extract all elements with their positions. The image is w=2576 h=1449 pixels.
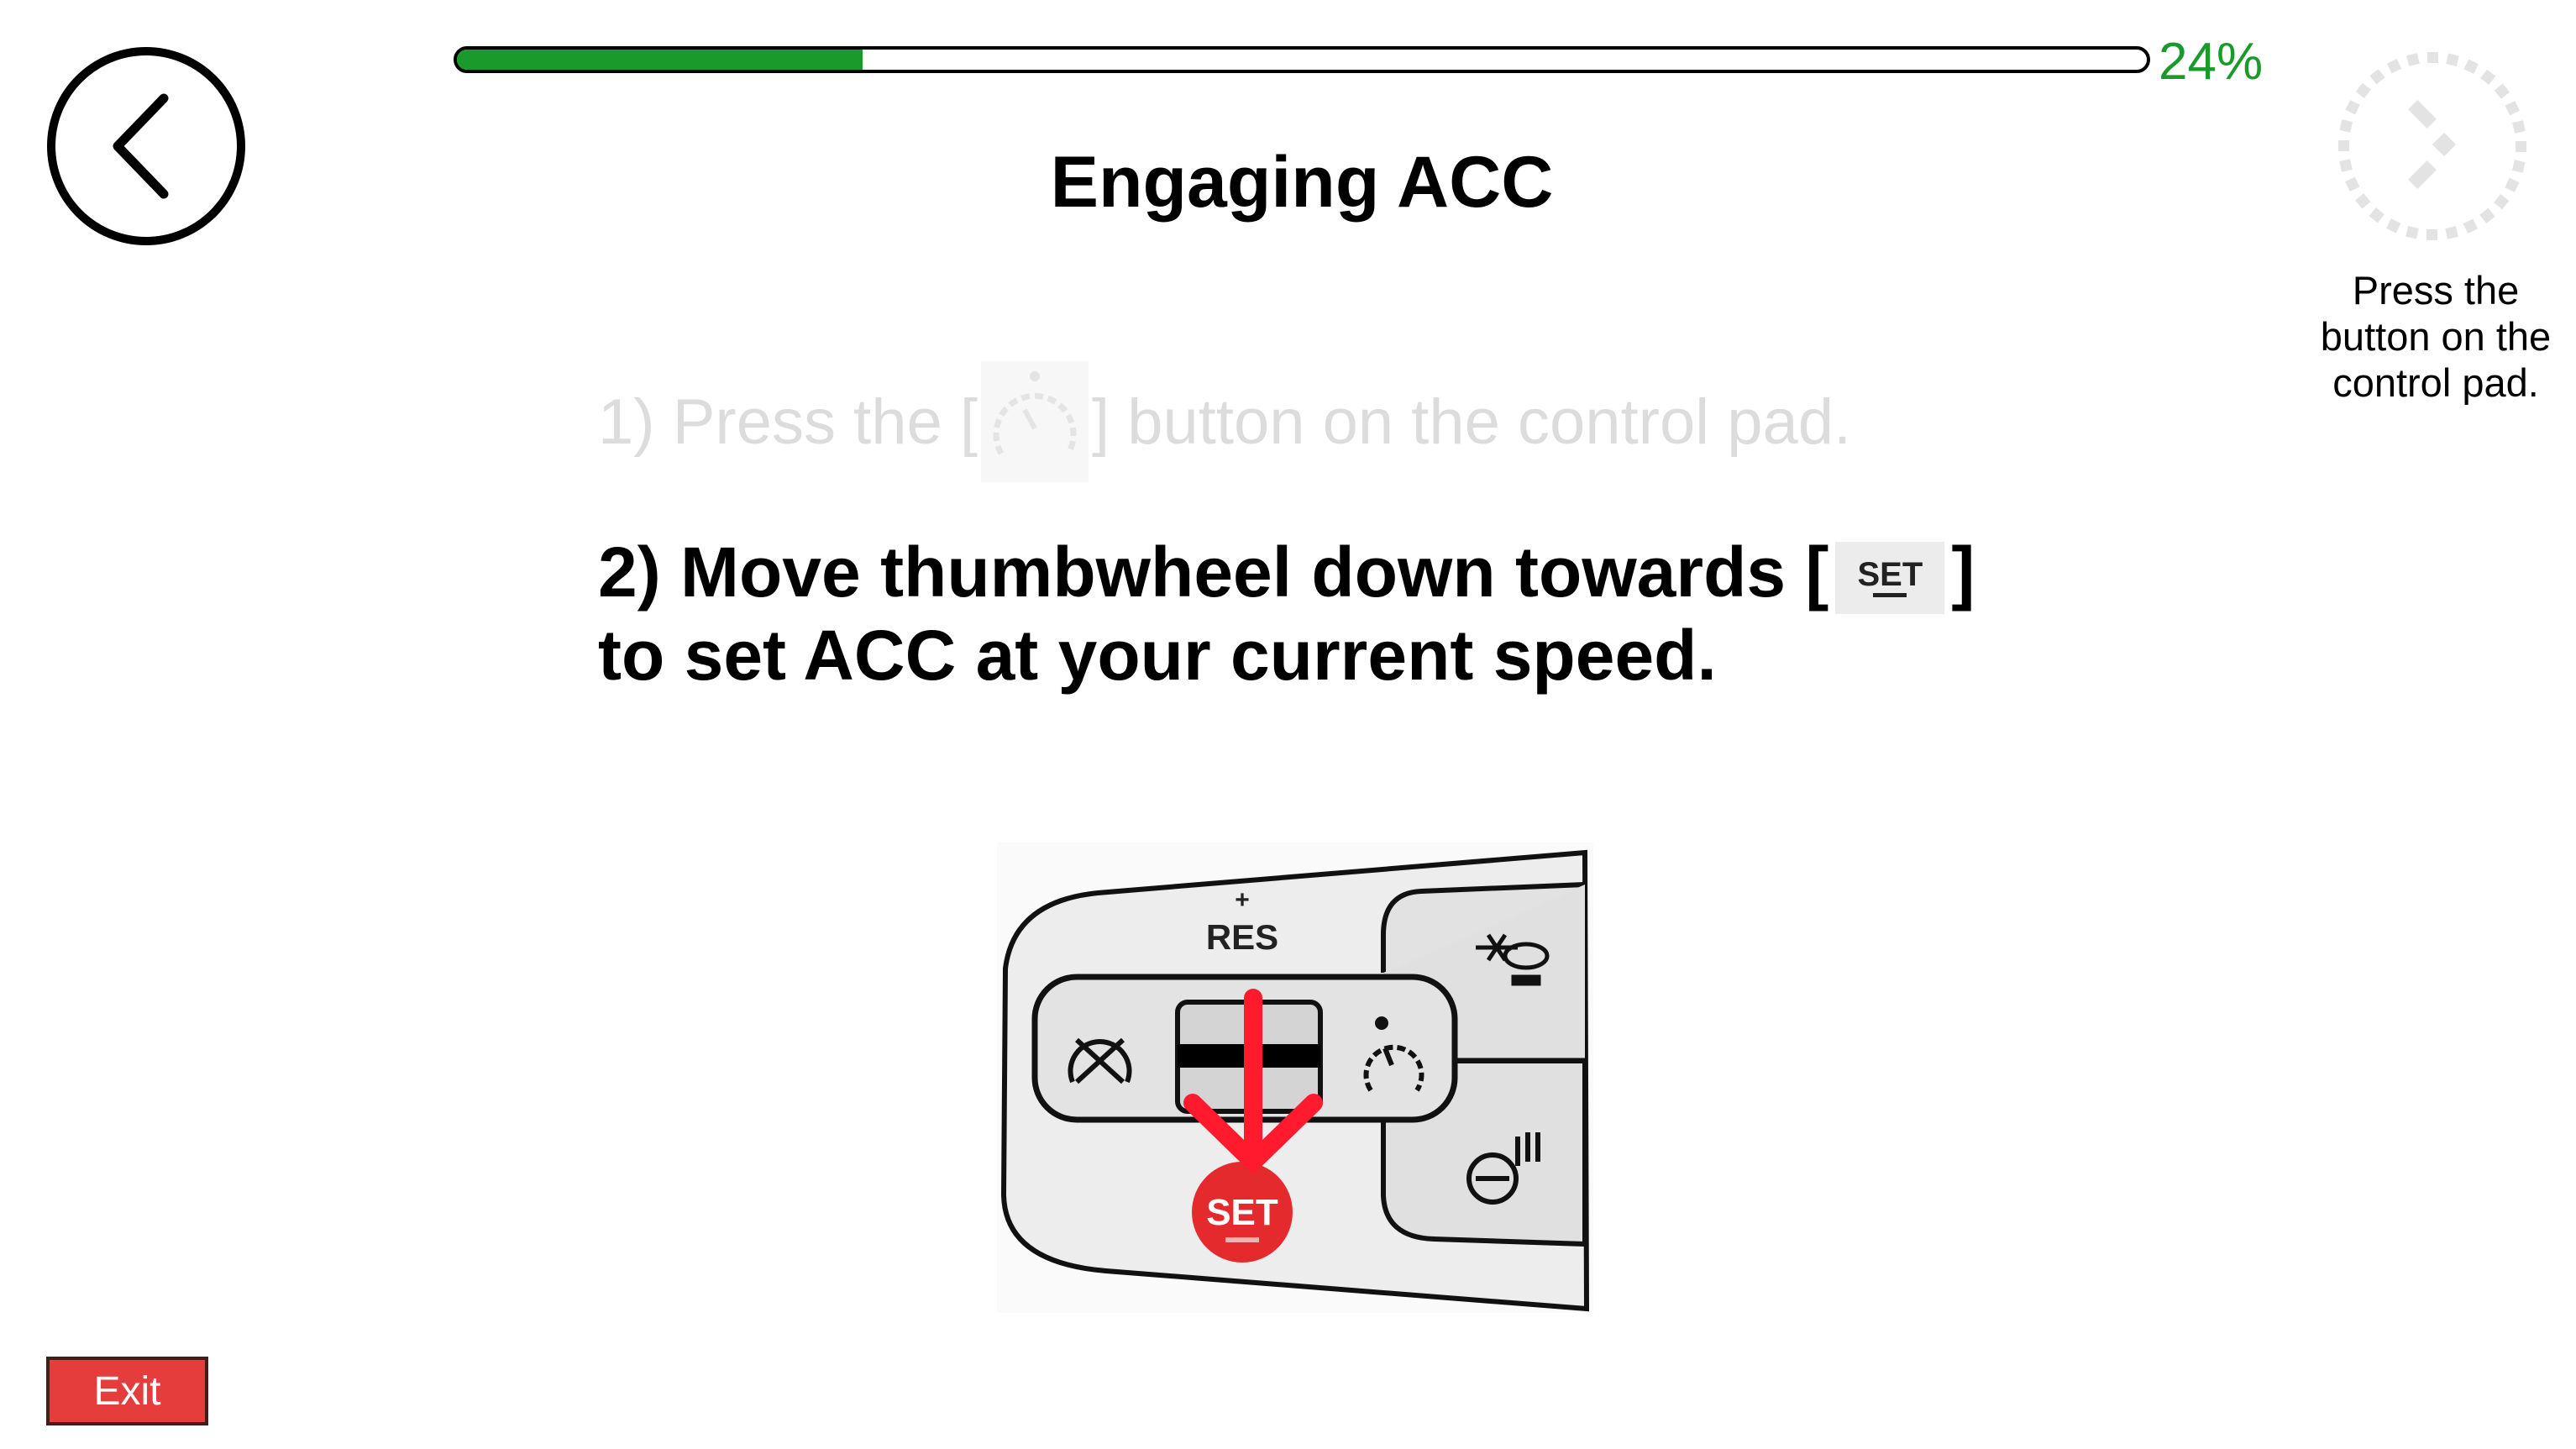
step-2-text-suffix: ] bbox=[1951, 533, 1975, 612]
hint-text: Press the button on the control pad. bbox=[2301, 267, 2570, 406]
progress-bar bbox=[454, 46, 2150, 73]
cruise-gauge-icon bbox=[980, 361, 1089, 482]
exit-button[interactable]: Exit bbox=[46, 1357, 208, 1425]
step-2-instruction: 2) Move thumbwheel down towards [ SET] to… bbox=[598, 531, 1975, 696]
hint-line-1: Press the bbox=[2352, 268, 2520, 312]
set-button-label: SET bbox=[1206, 1192, 1278, 1233]
svg-text:+: + bbox=[1235, 886, 1250, 914]
step-2-text-prefix: 2) Move thumbwheel down towards [ bbox=[598, 533, 1829, 612]
step-1-text-suffix: ] button on the control pad. bbox=[1091, 386, 1852, 458]
page-title: Engaging ACC bbox=[1050, 142, 1554, 223]
progress-percent: 24% bbox=[2159, 33, 2264, 91]
hint-line-2: button on the bbox=[2320, 314, 2552, 359]
set-icon: SET bbox=[1835, 541, 1945, 614]
step-1-text-prefix: 1) Press the [ bbox=[598, 386, 978, 458]
progress-fill bbox=[457, 50, 863, 70]
step-1-instruction: 1) Press the [ ] button on the control p… bbox=[598, 361, 1851, 482]
loading-spinner-icon bbox=[2338, 52, 2526, 240]
hint-line-3: control pad. bbox=[2332, 360, 2539, 405]
step-2-text-line2: to set ACC at your current speed. bbox=[598, 615, 1717, 695]
set-icon-label: SET bbox=[1857, 556, 1923, 594]
res-label: RES bbox=[1206, 917, 1278, 957]
control-pad-illustration: RES + SET bbox=[997, 843, 1593, 1313]
